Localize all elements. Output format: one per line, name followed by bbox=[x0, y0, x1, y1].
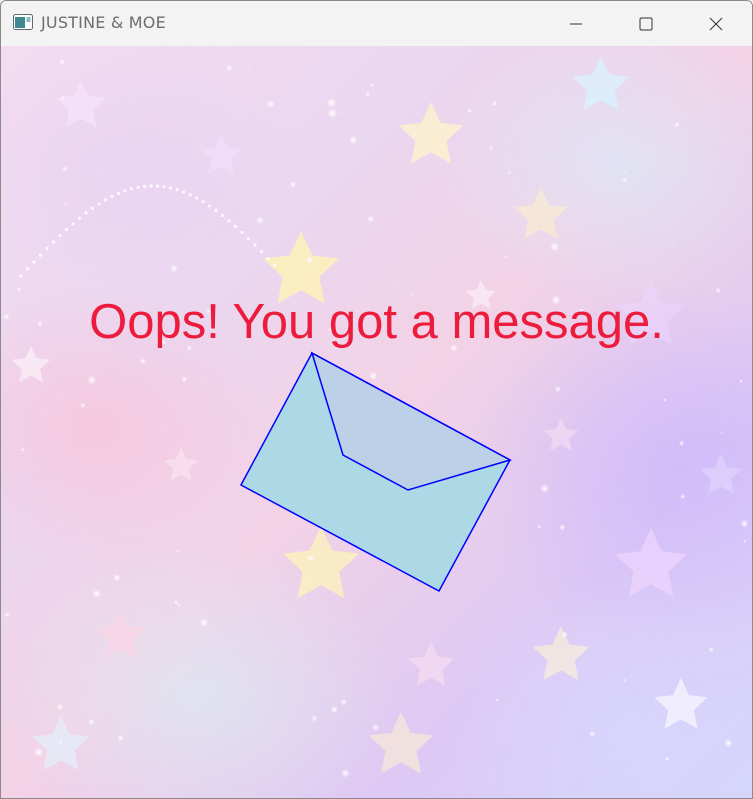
close-icon bbox=[709, 17, 723, 30]
minimize-icon bbox=[570, 23, 582, 24]
app-window: JUSTINE & MOE Oops! You got a message. bbox=[0, 0, 753, 799]
envelope-icon[interactable] bbox=[1, 46, 752, 798]
maximize-button[interactable] bbox=[611, 1, 681, 46]
title-bar[interactable]: JUSTINE & MOE bbox=[1, 1, 752, 46]
window-title: JUSTINE & MOE bbox=[41, 13, 166, 32]
maximize-icon bbox=[639, 17, 653, 30]
canvas-area: Oops! You got a message. bbox=[1, 46, 752, 798]
minimize-button[interactable] bbox=[541, 1, 611, 46]
app-window-icon bbox=[13, 14, 33, 30]
close-button[interactable] bbox=[681, 1, 751, 46]
